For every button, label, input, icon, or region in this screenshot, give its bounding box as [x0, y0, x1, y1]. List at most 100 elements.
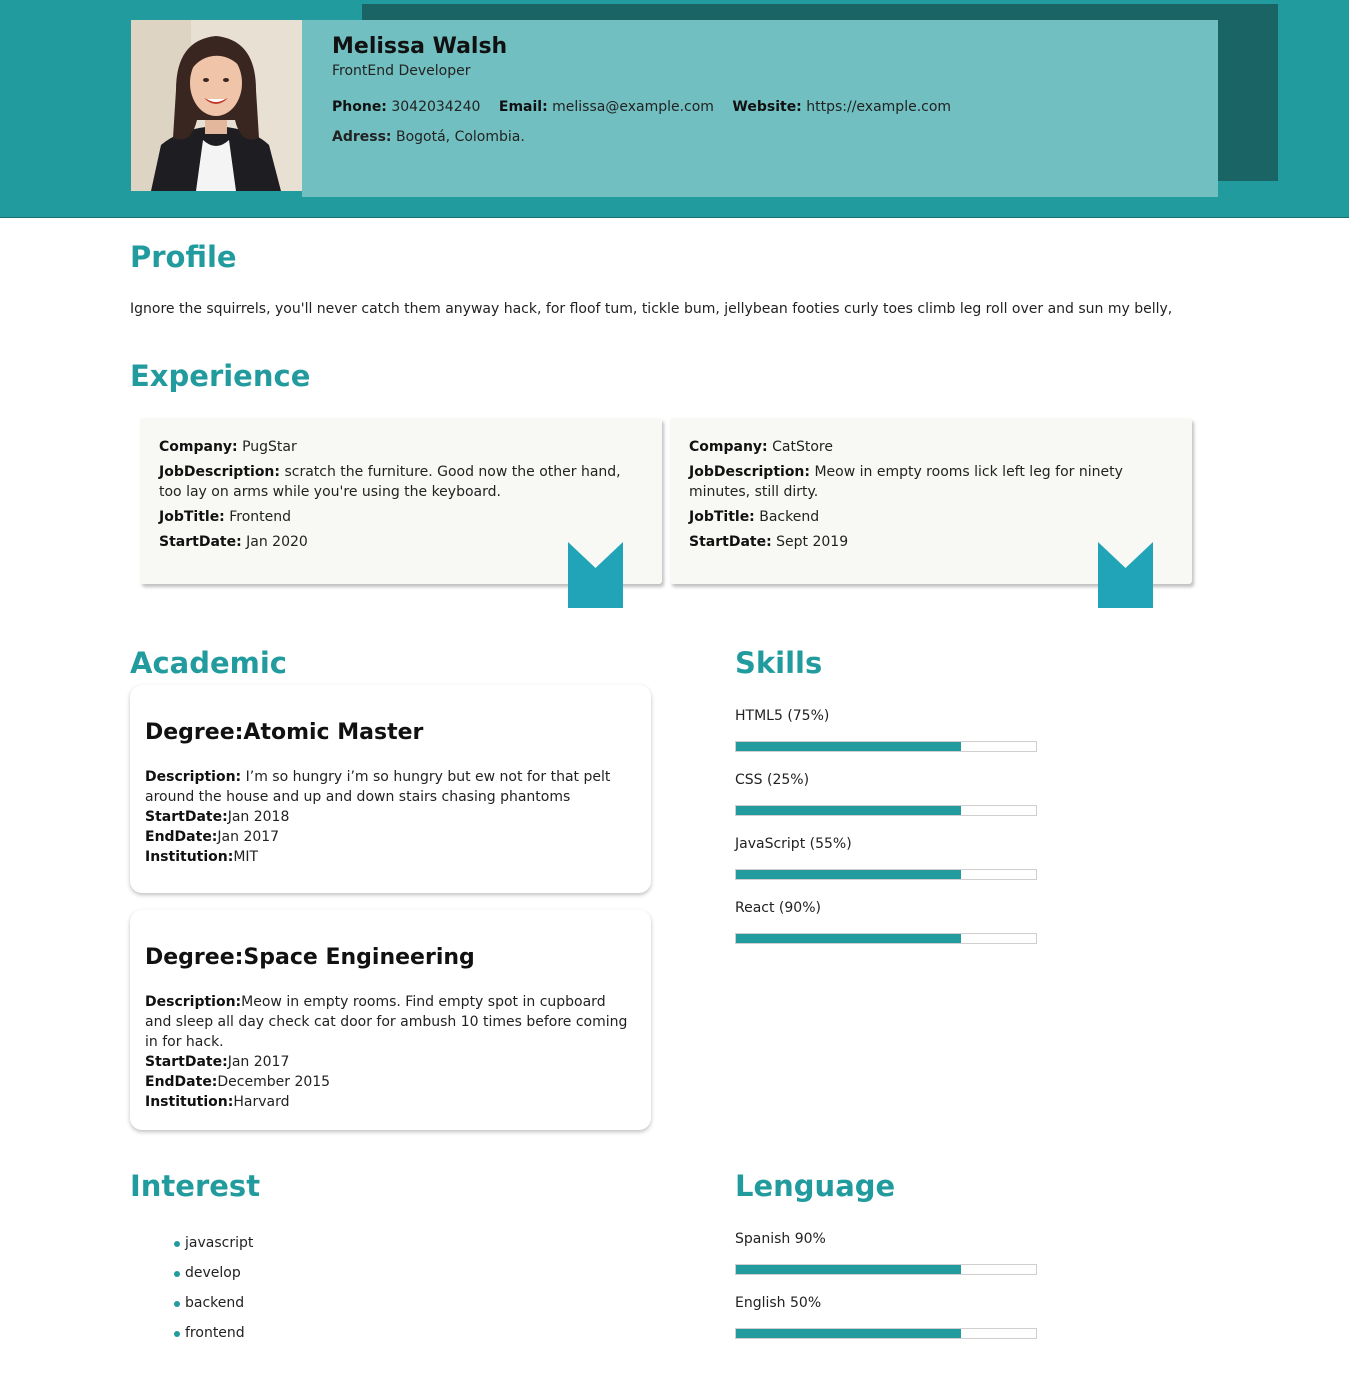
academic-degree-label: Degree:	[145, 720, 244, 745]
academic-startdate-value: Jan 2017	[227, 1054, 290, 1070]
exp-jobtitle-label: JobTitle:	[689, 509, 755, 525]
academic-enddate-value: Jan 2017	[217, 829, 280, 845]
phone-item: Phone: 3042034240	[332, 99, 480, 115]
academic-card: Degree:Space Engineering Description:Meo…	[130, 910, 651, 1130]
academic-degree: Degree:Atomic Master	[145, 719, 636, 747]
address-row: Adress: Bogotá, Colombia.	[332, 128, 1188, 146]
academic-description-label: Description:	[145, 769, 242, 785]
bullet-icon	[174, 1271, 180, 1277]
academic-card: Degree:Atomic Master Description: I’m so…	[130, 685, 651, 893]
exp-jobtitle-line: JobTitle: Backend	[689, 507, 1173, 527]
skill-bar	[735, 933, 1037, 944]
exp-jobtitle: Frontend	[229, 509, 292, 525]
language-label: English 50%	[735, 1295, 822, 1311]
language-bar	[735, 1328, 1037, 1339]
phone-value: 3042034240	[391, 99, 481, 115]
skill-bar	[735, 741, 1037, 752]
website-label: Website:	[732, 99, 802, 115]
profile-heading: Profile	[130, 240, 237, 274]
interest-label: backend	[185, 1295, 245, 1311]
interest-item: backend	[174, 1293, 253, 1323]
exp-description-label: JobDescription:	[159, 464, 280, 480]
interest-label: develop	[185, 1265, 241, 1281]
academic-institution-label: Institution:	[145, 849, 234, 865]
academic-enddate: EndDate:December 2015	[145, 1072, 636, 1092]
interest-label: javascript	[185, 1235, 254, 1251]
skill-bar-fill	[736, 934, 961, 943]
academic-description-label: Description:	[145, 994, 242, 1010]
exp-startdate-label: StartDate:	[159, 534, 242, 550]
interest-list: javascript develop backend frontend	[174, 1233, 253, 1353]
skill-label: HTML5 (75%)	[735, 708, 830, 724]
language-bar	[735, 1264, 1037, 1275]
skill-bar	[735, 869, 1037, 880]
header-banner: Melissa Walsh FrontEnd Developer Phone: …	[0, 0, 1349, 218]
exp-description-line: JobDescription: scratch the furniture. G…	[159, 462, 643, 502]
academic-startdate-value: Jan 2018	[227, 809, 290, 825]
language-bar-fill	[736, 1265, 961, 1274]
interest-label: frontend	[185, 1325, 245, 1341]
profile-text: Ignore the squirrels, you'll never catch…	[130, 301, 1173, 317]
bookmark-icon	[1098, 542, 1153, 608]
language-heading: Lenguage	[735, 1169, 896, 1203]
academic-degree-value: Space Engineering	[243, 945, 475, 970]
interest-heading: Interest	[130, 1169, 261, 1203]
academic-institution: Institution:Harvard	[145, 1092, 636, 1112]
exp-startdate: Sept 2019	[776, 534, 849, 550]
profile-photo	[131, 20, 302, 191]
academic-institution: Institution:MIT	[145, 847, 636, 867]
experience-heading: Experience	[130, 359, 311, 393]
skill-bar	[735, 805, 1037, 816]
exp-company-line: Company: PugStar	[159, 437, 643, 457]
exp-jobtitle-line: JobTitle: Frontend	[159, 507, 643, 527]
language-bar-fill	[736, 1329, 961, 1338]
exp-jobtitle: Backend	[759, 509, 820, 525]
exp-company-line: Company: CatStore	[689, 437, 1173, 457]
bullet-icon	[174, 1331, 180, 1337]
skill-label: React (90%)	[735, 900, 821, 916]
address-label: Adress:	[332, 129, 392, 145]
skill-label: JavaScript (55%)	[735, 836, 852, 852]
bookmark-icon	[568, 542, 623, 608]
header-info-card: Melissa Walsh FrontEnd Developer Phone: …	[302, 20, 1218, 197]
academic-startdate: StartDate:Jan 2017	[145, 1052, 636, 1072]
interest-item: develop	[174, 1263, 253, 1293]
exp-company: CatStore	[772, 439, 833, 455]
academic-institution-label: Institution:	[145, 1094, 234, 1110]
academic-institution-value: MIT	[233, 849, 259, 865]
academic-startdate-label: StartDate:	[145, 1054, 228, 1070]
bullet-icon	[174, 1241, 180, 1247]
address-value: Bogotá, Colombia.	[395, 129, 525, 145]
exp-jobtitle-label: JobTitle:	[159, 509, 225, 525]
language-label: Spanish 90%	[735, 1231, 826, 1247]
email-value[interactable]: melissa@example.com	[552, 99, 714, 115]
exp-description-line: JobDescription: Meow in empty rooms lick…	[689, 462, 1173, 502]
skills-heading: Skills	[735, 646, 823, 680]
interest-item: javascript	[174, 1233, 253, 1263]
phone-label: Phone:	[332, 99, 387, 115]
academic-enddate-label: EndDate:	[145, 829, 218, 845]
skill-bar-fill	[736, 870, 961, 879]
email-label: Email:	[498, 99, 548, 115]
person-role: FrontEnd Developer	[332, 63, 471, 79]
exp-company: PugStar	[242, 439, 297, 455]
exp-company-label: Company:	[159, 439, 238, 455]
website-value[interactable]: https://example.com	[806, 99, 951, 115]
academic-startdate-label: StartDate:	[145, 809, 228, 825]
academic-enddate: EndDate:Jan 2017	[145, 827, 636, 847]
academic-enddate-label: EndDate:	[145, 1074, 218, 1090]
academic-enddate-value: December 2015	[217, 1074, 331, 1090]
academic-description: Description: I’m so hungry i’m so hungry…	[145, 767, 636, 807]
exp-description-label: JobDescription:	[689, 464, 810, 480]
email-item: Email: melissa@example.com	[499, 99, 714, 115]
academic-heading: Academic	[130, 646, 287, 680]
skill-label: CSS (25%)	[735, 772, 810, 788]
exp-startdate-label: StartDate:	[689, 534, 772, 550]
academic-degree-label: Degree:	[145, 945, 244, 970]
academic-description: Description:Meow in empty rooms. Find em…	[145, 992, 636, 1052]
bullet-icon	[174, 1301, 180, 1307]
academic-institution-value: Harvard	[233, 1094, 290, 1110]
website-item: Website: https://example.com	[732, 99, 951, 115]
academic-degree-value: Atomic Master	[243, 720, 424, 745]
skill-bar-fill	[736, 806, 961, 815]
